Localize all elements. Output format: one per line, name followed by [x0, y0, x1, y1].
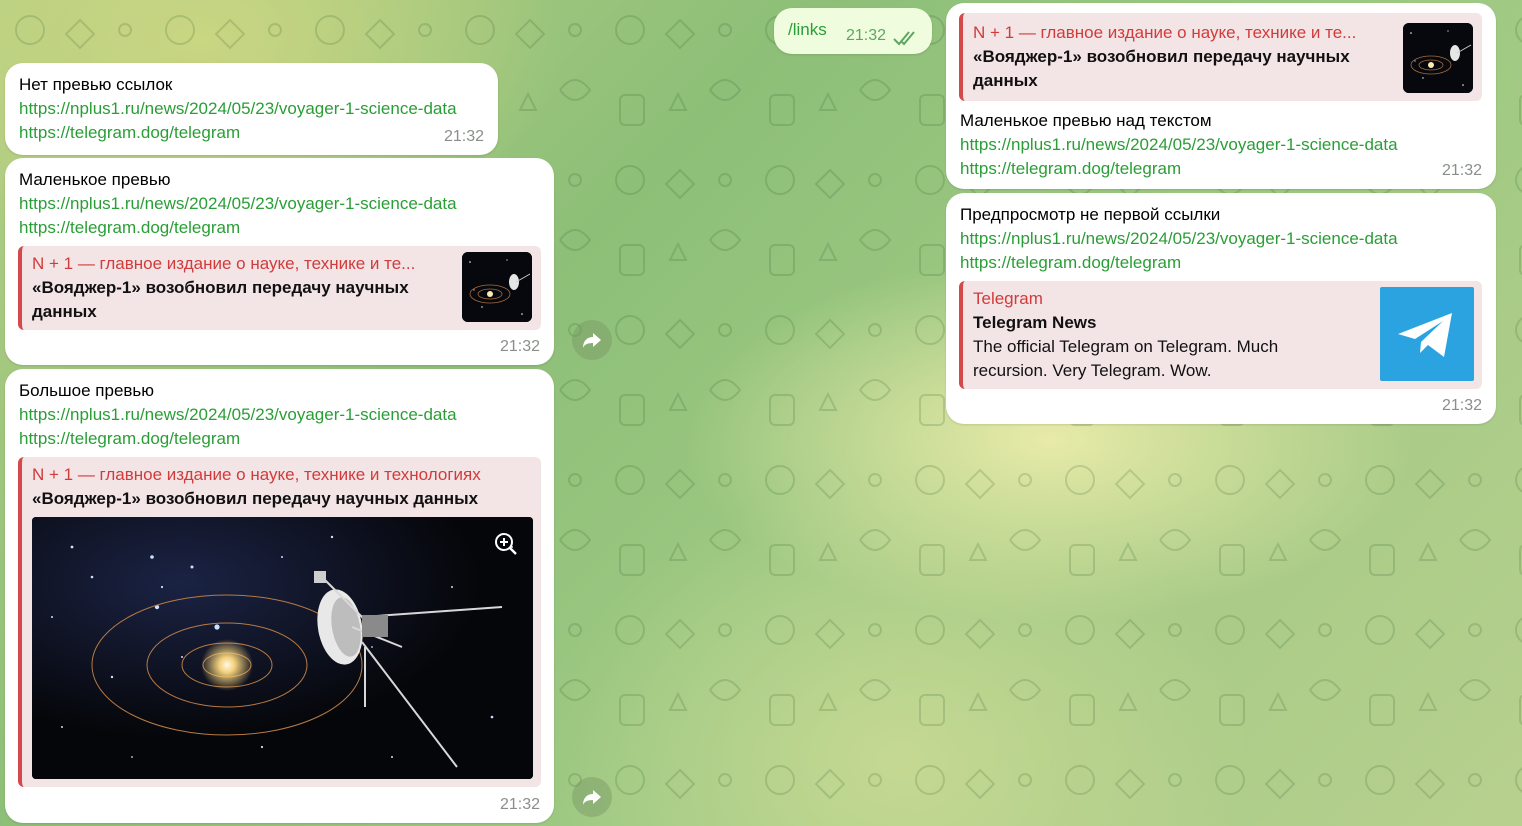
- message-text: Маленькое превью: [19, 170, 171, 189]
- forward-arrow-icon: [583, 333, 601, 348]
- message-time: 21:32: [499, 796, 540, 813]
- link-preview[interactable]: Telegram Telegram News The official Tele…: [959, 281, 1482, 389]
- zoom-in-icon[interactable]: [493, 531, 519, 557]
- message-time: 21:32: [845, 27, 886, 44]
- preview-site-name: N + 1 — главное издание о науке, технике…: [32, 465, 481, 484]
- preview-description: The official Telegram on Telegram. Much …: [973, 337, 1279, 380]
- forward-button[interactable]: [572, 777, 612, 817]
- preview-site-name: N + 1 — главное издание о науке, технике…: [973, 23, 1357, 42]
- preview-thumbnail: [1403, 23, 1473, 93]
- telegram-logo-icon: [1398, 313, 1452, 357]
- preview-thumbnail: [462, 252, 532, 322]
- message-time: 21:32: [443, 128, 484, 145]
- message-time: 21:32: [1441, 162, 1482, 179]
- link-telegram[interactable]: https://telegram.dog/telegram: [19, 121, 484, 145]
- link-nplus[interactable]: https://nplus1.ru/news/2024/05/23/voyage…: [19, 192, 540, 216]
- link-preview[interactable]: N + 1 — главное издание о науке, технике…: [18, 457, 541, 787]
- preview-title: «Вояджер-1» возобновил передачу научных …: [32, 278, 409, 321]
- preview-title: Telegram News: [973, 313, 1097, 332]
- message-time: 21:32: [499, 338, 540, 355]
- message-text: Большое превью: [19, 381, 155, 400]
- message-not-first-preview[interactable]: Предпросмотр не первой ссылки https://np…: [946, 193, 1496, 424]
- forward-button[interactable]: [572, 320, 612, 360]
- preview-site-name: N + 1 — главное издание о науке, технике…: [32, 254, 416, 273]
- preview-title: «Вояджер-1» возобновил передачу научных …: [973, 47, 1350, 90]
- preview-large-image[interactable]: [32, 517, 533, 779]
- forward-arrow-icon: [583, 790, 601, 805]
- link-telegram[interactable]: https://telegram.dog/telegram: [19, 427, 540, 451]
- link-preview[interactable]: N + 1 — главное издание о науке, технике…: [959, 13, 1482, 101]
- message-text: Предпросмотр не первой ссылки: [960, 205, 1221, 224]
- message-large-preview[interactable]: Большое превью https://nplus1.ru/news/20…: [5, 369, 554, 823]
- message-small-preview[interactable]: Маленькое превью https://nplus1.ru/news/…: [5, 158, 554, 365]
- command-message[interactable]: /links 21:32: [774, 8, 932, 54]
- link-preview[interactable]: N + 1 — главное издание о науке, технике…: [18, 246, 541, 330]
- link-nplus[interactable]: https://nplus1.ru/news/2024/05/23/voyage…: [960, 133, 1480, 157]
- command-text: /links: [788, 20, 827, 39]
- message-text: Нет превью ссылок: [19, 75, 173, 94]
- message-text: Маленькое превью над текстом: [960, 111, 1212, 130]
- message-small-preview-above[interactable]: N + 1 — главное издание о науке, технике…: [946, 3, 1496, 189]
- link-nplus[interactable]: https://nplus1.ru/news/2024/05/23/voyage…: [19, 403, 540, 427]
- link-telegram[interactable]: https://telegram.dog/telegram: [960, 157, 1480, 181]
- link-telegram[interactable]: https://telegram.dog/telegram: [19, 216, 540, 240]
- preview-site-name: Telegram: [973, 289, 1043, 308]
- preview-thumbnail: [1380, 287, 1474, 381]
- read-checkmarks-icon: [893, 31, 915, 46]
- preview-title: «Вояджер-1» возобновил передачу научных …: [32, 489, 479, 508]
- link-telegram[interactable]: https://telegram.dog/telegram: [960, 251, 1482, 275]
- link-nplus[interactable]: https://nplus1.ru/news/2024/05/23/voyage…: [960, 227, 1482, 251]
- message-time: 21:32: [1441, 397, 1482, 414]
- link-nplus[interactable]: https://nplus1.ru/news/2024/05/23/voyage…: [19, 97, 484, 121]
- message-no-preview[interactable]: Нет превью ссылок https://nplus1.ru/news…: [5, 63, 498, 155]
